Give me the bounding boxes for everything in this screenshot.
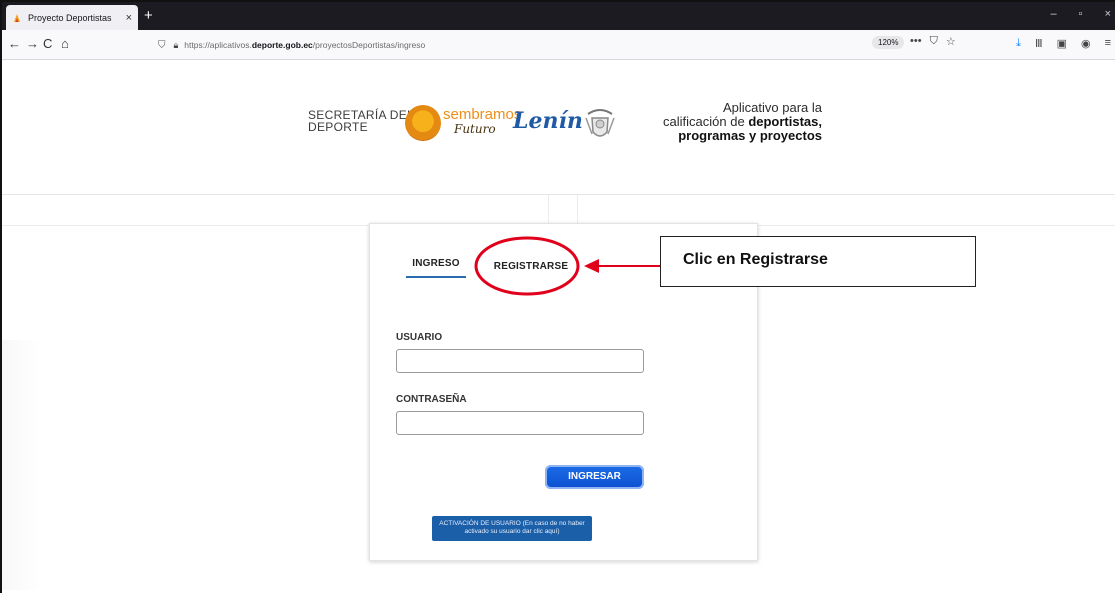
tab-ingreso[interactable]: INGRESO (406, 252, 466, 278)
firefox-favicon-icon (14, 13, 20, 22)
password-input[interactable] (396, 411, 644, 435)
library-icon[interactable]: Ⅲ (1035, 37, 1043, 50)
sembramos-tree-icon (405, 105, 441, 141)
url-bar-actions: ••• ⛉ ☆ (910, 35, 956, 48)
callout-text: Clic en Registrarse (683, 251, 828, 268)
ingresar-button[interactable]: INGRESAR (545, 465, 644, 489)
sidebar-icon[interactable]: ▣ (1057, 37, 1067, 50)
new-tab-icon[interactable]: + (144, 7, 153, 24)
header-divider (548, 195, 578, 225)
browser-tab-bar: Proyecto Deportistas × + – ▫ × (2, 2, 1115, 30)
close-window-icon[interactable]: × (1105, 8, 1111, 20)
page-content: SECRETARÍA DEL DEPORTE sembramos Futuro … (2, 60, 1115, 593)
site-header: SECRETARÍA DEL DEPORTE sembramos Futuro … (2, 60, 1115, 195)
app-title: Aplicativo para la calificación de depor… (663, 100, 822, 143)
toolbar-right: ⤓ Ⅲ ▣ ◉ ≡ (1016, 37, 1111, 50)
forward-icon[interactable]: → (26, 36, 39, 51)
futuro-logo-text: Futuro (454, 122, 496, 136)
password-label: CONTRASEÑA (396, 394, 467, 405)
background-decoration (2, 340, 42, 590)
minimize-icon[interactable]: – (1051, 8, 1057, 20)
back-icon[interactable]: ← (8, 36, 21, 51)
tracking-shield-icon[interactable]: ⛉ (158, 40, 166, 51)
pocket-icon[interactable]: ⛉ (930, 35, 938, 48)
window-controls: – ▫ × (1051, 8, 1111, 20)
browser-nav-bar: ← → C ⌂ ⛉ 🔒︎ https://aplicativos.deporte… (2, 30, 1115, 60)
browser-tab[interactable]: Proyecto Deportistas × (6, 5, 138, 30)
account-icon[interactable]: ◉ (1081, 37, 1091, 50)
usuario-input[interactable] (396, 349, 644, 373)
annotation-callout: Clic en Registrarse (660, 236, 976, 287)
tab-close-icon[interactable]: × (126, 12, 132, 24)
secretaria-logo-text: SECRETARÍA DEL DEPORTE (308, 108, 415, 134)
screenshot-frame: Proyecto Deportistas × + – ▫ × ← → C ⌂ ⛉… (0, 0, 1115, 593)
tab-registrarse[interactable]: REGISTRARSE (481, 252, 581, 278)
downloads-icon[interactable]: ⤓ (1016, 37, 1021, 50)
zoom-badge[interactable]: 120% (872, 36, 905, 49)
usuario-label: USUARIO (396, 332, 443, 343)
restore-icon[interactable]: ▫ (1079, 8, 1083, 20)
sembramos-logo-text: sembramos (443, 106, 522, 123)
lenin-signature: Lenín (513, 108, 583, 134)
menu-icon[interactable]: ≡ (1105, 37, 1111, 50)
url-bar[interactable]: ⛉ 🔒︎ https://aplicativos.deporte.gob.ec/… (152, 34, 962, 56)
page-actions-icon[interactable]: ••• (910, 35, 922, 48)
url-text[interactable]: https://aplicativos.deporte.gob.ec/proye… (184, 40, 425, 50)
tab-title: Proyecto Deportistas (28, 12, 112, 23)
activacion-usuario-button[interactable]: ACTIVACIÓN DE USUARIO (En caso de no hab… (432, 516, 592, 541)
home-icon[interactable]: ⌂ (61, 36, 69, 51)
coat-of-arms-icon (585, 109, 615, 137)
bookmark-star-icon[interactable]: ☆ (946, 35, 956, 48)
reload-icon[interactable]: C (43, 36, 52, 51)
lock-icon[interactable]: 🔒︎ (174, 40, 179, 51)
